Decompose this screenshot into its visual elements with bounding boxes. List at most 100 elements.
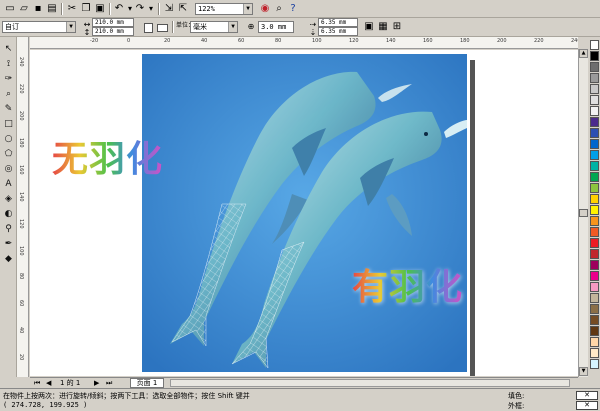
spiral-tool-icon[interactable]: ◎ [2,163,15,176]
new-icon[interactable]: ▭ [3,2,17,16]
copy-icon[interactable]: ❐ [79,2,93,16]
color-swatch[interactable] [590,95,599,105]
export-icon[interactable]: ⇱ [176,2,190,16]
color-swatch[interactable] [590,282,599,292]
interactive-tool-icon[interactable]: ◈ [2,193,15,206]
color-swatch[interactable] [590,150,599,160]
color-swatch[interactable] [590,216,599,226]
color-swatch[interactable] [590,161,599,171]
text-tool-icon[interactable]: A [2,178,15,191]
color-swatch[interactable] [590,260,599,270]
fill-tool-icon[interactable]: ◆ [2,253,15,266]
shape-tool-icon[interactable]: ⟟ [2,58,15,71]
options-icon[interactable]: ▣ [362,20,376,34]
color-swatch[interactable] [590,194,599,204]
chevron-down-icon[interactable]: ▼ [66,22,75,32]
first-page-icon[interactable]: ⏮ [32,378,42,388]
duplicate-x-input[interactable]: 6.35 mm [318,18,358,27]
transparency-tool-icon[interactable]: ◐ [2,208,15,221]
color-swatch[interactable] [590,315,599,325]
color-swatch[interactable] [590,128,599,138]
paste-icon[interactable]: ▣ [93,2,107,16]
color-swatch[interactable] [590,359,599,369]
paper-type-dropdown[interactable]: 自订 ▼ [2,21,76,33]
color-swatch[interactable] [590,271,599,281]
wordart-no-feather[interactable]: 无羽化 [52,130,163,182]
color-swatch[interactable] [590,249,599,259]
import-icon[interactable]: ⇲ [162,2,176,16]
color-swatch[interactable] [590,40,599,50]
ruler-label: 120 [349,38,359,44]
color-swatch[interactable] [590,183,599,193]
paper-width-input[interactable]: 210.0 mm [92,18,134,27]
freehand-tool-icon[interactable]: ✎ [2,103,15,116]
zoom-tool-icon[interactable]: ⌕ [2,88,15,101]
print-icon[interactable]: ▤ [45,2,59,16]
landscape-button[interactable] [157,24,168,32]
color-swatch[interactable] [590,293,599,303]
cut-icon[interactable]: ✂ [65,2,79,16]
crop-tool-icon[interactable]: ✑ [2,73,15,86]
horizontal-scrollbar[interactable] [170,379,570,387]
vertical-scrollbar[interactable]: ▲ ▼ [578,49,588,377]
dolphin-artwork[interactable] [142,54,467,372]
rectangle-tool-icon[interactable]: □ [2,118,15,131]
nudge-input[interactable]: 3.0 mm [258,21,294,33]
fill-none-icon[interactable]: ✕ [576,391,598,400]
paper-height-input[interactable]: 210.0 mm [92,27,134,36]
wordart-with-feather[interactable]: 有羽化 [352,258,463,310]
scroll-up-icon[interactable]: ▲ [579,49,588,58]
color-swatch[interactable] [590,73,599,83]
color-swatch[interactable] [590,51,599,61]
color-swatch[interactable] [590,326,599,336]
open-icon[interactable]: ▱ [17,2,31,16]
next-page-icon[interactable]: ▶ [92,378,101,388]
ruler-label: -20 [90,38,99,44]
separator [61,3,62,15]
chevron-down-icon[interactable]: ▼ [243,4,252,14]
prev-page-icon[interactable]: ◀ [44,378,53,388]
zoom-icon[interactable]: ⌕ [272,2,286,16]
ellipse-tool-icon[interactable]: ○ [2,133,15,146]
ruler-label: 80 [275,38,282,44]
pick-tool-icon[interactable]: ↖ [2,43,15,56]
units-dropdown[interactable]: 毫米 ▼ [190,21,238,33]
color-swatch[interactable] [590,227,599,237]
page-tab[interactable]: 页面 1 [130,378,164,388]
last-page-icon[interactable]: ⏭ [104,378,114,388]
separator [158,3,159,15]
chevron-down-icon[interactable]: ▼ [228,22,237,32]
color-swatch[interactable] [590,348,599,358]
grid-icon[interactable]: ▦ [376,20,390,34]
save-icon[interactable]: ▪ [31,2,45,16]
color-swatch[interactable] [590,62,599,72]
page-shadow [470,60,475,376]
color-swatch[interactable] [590,238,599,248]
separator [109,3,110,15]
snap-icon[interactable]: ⊞ [390,20,404,34]
nudge-value: 3.0 mm [261,23,287,31]
color-swatch[interactable] [590,172,599,182]
color-swatch[interactable] [590,205,599,215]
app-launcher-icon[interactable]: ◉ [258,2,272,16]
portrait-button[interactable] [144,23,153,33]
scroll-thumb[interactable] [579,209,588,217]
color-swatch[interactable] [590,117,599,127]
help-icon[interactable]: ? [286,2,300,16]
polygon-tool-icon[interactable]: ⬠ [2,148,15,161]
eyedropper-tool-icon[interactable]: ⚲ [2,223,15,236]
outline-tool-icon[interactable]: ✒ [2,238,15,251]
outline-none-icon[interactable]: ✕ [576,401,598,410]
chevron-down-icon[interactable]: ▾ [144,2,158,16]
zoom-level-dropdown[interactable]: 122% ▼ [195,3,253,15]
duplicate-y-value: 6.35 mm [321,28,347,35]
duplicate-x-value: 6.35 mm [321,19,347,26]
scroll-down-icon[interactable]: ▼ [579,367,588,376]
color-swatch[interactable] [590,139,599,149]
color-swatch[interactable] [590,84,599,94]
color-swatch[interactable] [590,304,599,314]
color-swatch[interactable] [590,337,599,347]
duplicate-y-input[interactable]: 6.35 mm [318,27,358,36]
color-swatch[interactable] [590,106,599,116]
drawing-canvas[interactable]: 无羽化 有羽化 [30,50,578,376]
